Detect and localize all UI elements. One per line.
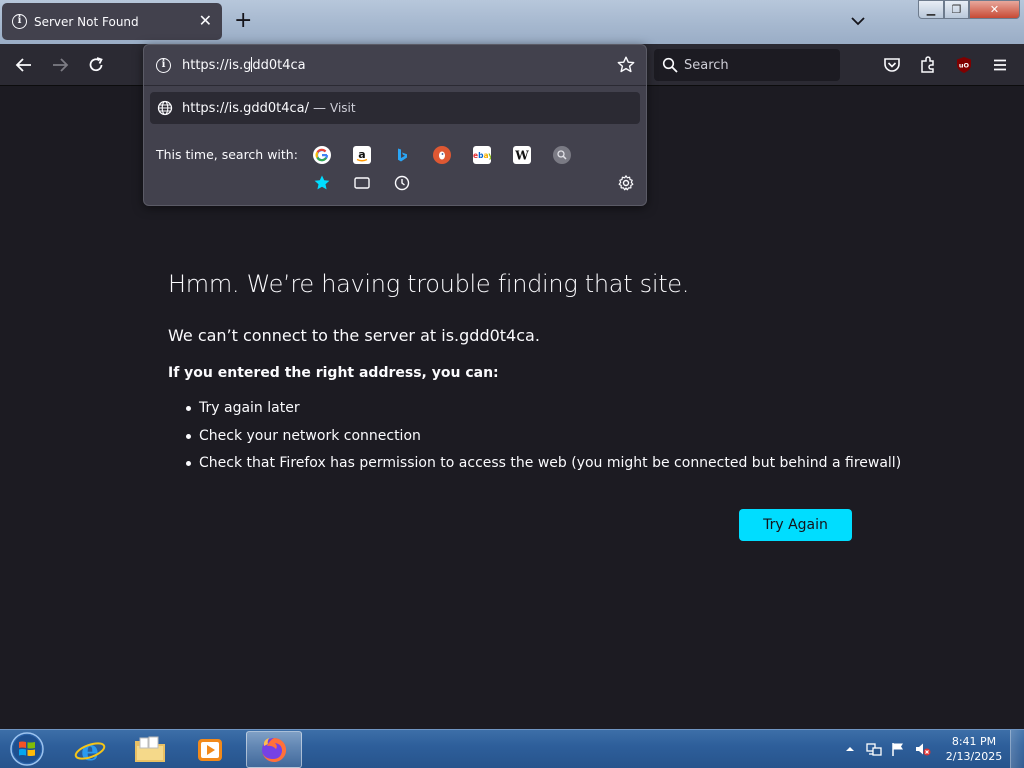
window-controls: ▁ ❐ ✕ — [918, 0, 1020, 19]
clock-date: 2/13/2025 — [945, 750, 1003, 763]
close-window-button[interactable]: ✕ — [969, 0, 1020, 19]
tab-title: Server Not Found — [34, 14, 139, 29]
suggestion-visit-row[interactable]: https://is.gdd0t4ca/ — Visit — [150, 92, 640, 124]
globe-icon — [157, 100, 173, 116]
minimize-button[interactable]: ▁ — [918, 0, 944, 19]
history-clock-icon[interactable] — [393, 174, 411, 192]
url-input[interactable]: i https://is.gdd0t4ca — [144, 45, 646, 85]
bing-icon[interactable] — [393, 146, 411, 164]
error-subtitle: We can’t connect to the server at is.gdd… — [168, 326, 540, 345]
divider — [144, 85, 646, 86]
tab-strip: i Server Not Found ✕ + ▁ ❐ ✕ — [0, 0, 1024, 44]
tab-server-not-found[interactable]: i Server Not Found ✕ — [2, 3, 222, 40]
site-info-icon[interactable]: i — [156, 57, 171, 73]
menu-icon[interactable] — [990, 55, 1010, 75]
close-tab-icon[interactable]: ✕ — [199, 12, 212, 30]
clock-time: 8:41 PM — [951, 735, 997, 748]
suggestion-url: https://is.gdd0t4ca/ — [182, 100, 310, 116]
chevron-down-icon[interactable] — [848, 11, 868, 31]
list-item: Check your network connection — [168, 426, 901, 454]
list-item: Check that Firefox has permission to acc… — [168, 453, 901, 481]
volume-muted-icon[interactable] — [914, 741, 932, 757]
ebay-icon[interactable]: ebay — [473, 146, 491, 164]
bookmarks-star-icon[interactable] — [313, 174, 331, 192]
back-icon[interactable] — [14, 55, 34, 75]
search-input[interactable]: Search — [654, 49, 840, 81]
new-tab-button[interactable]: + — [234, 10, 252, 32]
advice-heading: If you entered the right address, you ca… — [168, 365, 499, 381]
firefox-icon — [262, 737, 287, 762]
file-explorer-icon[interactable] — [122, 731, 178, 768]
media-player-icon[interactable] — [182, 731, 238, 768]
network-icon[interactable] — [866, 741, 882, 757]
search-icon — [662, 57, 678, 73]
internet-explorer-icon[interactable]: e — [62, 731, 118, 768]
search-placeholder: Search — [684, 57, 729, 73]
taskbar-clock[interactable]: 8:41 PM 2/13/2025 — [940, 734, 1008, 764]
svg-text:a: a — [358, 148, 365, 161]
extensions-icon[interactable] — [918, 55, 938, 75]
firefox-taskbar-button[interactable] — [246, 731, 302, 768]
svg-text:W: W — [514, 149, 529, 163]
svg-text:uO: uO — [959, 62, 970, 70]
maximize-button[interactable]: ❐ — [944, 0, 969, 19]
svg-text:ebay: ebay — [473, 151, 491, 160]
show-hidden-icons-icon[interactable] — [845, 745, 855, 753]
tabs-icon[interactable] — [353, 174, 371, 192]
urlbar-popup: i https://is.gdd0t4ca https://is.gdd0t4c… — [143, 44, 647, 206]
amazon-icon[interactable]: a — [353, 146, 371, 164]
taskbar: e 8:41 PM 2/13/2025 — [0, 729, 1024, 768]
show-desktop-button[interactable] — [1010, 730, 1024, 768]
pocket-icon[interactable] — [882, 55, 902, 75]
search-with-label: This time, search with: — [156, 147, 298, 162]
google-icon[interactable] — [313, 146, 331, 164]
wikipedia-icon[interactable]: W — [513, 146, 531, 164]
svg-text:e: e — [81, 734, 99, 766]
duckduckgo-icon[interactable] — [433, 146, 451, 164]
windows-start-icon[interactable] — [6, 730, 48, 768]
forward-icon[interactable] — [50, 55, 70, 75]
reload-icon[interactable] — [86, 55, 106, 75]
info-icon: i — [12, 14, 27, 29]
list-item: Try again later — [168, 398, 901, 426]
search-engine-icon[interactable] — [553, 146, 571, 164]
ublock-origin-icon[interactable]: uO — [954, 55, 974, 75]
error-title: Hmm. We’re having trouble finding that s… — [168, 270, 690, 298]
action-center-flag-icon[interactable] — [890, 741, 906, 757]
url-text: https://is.gdd0t4ca — [182, 57, 306, 73]
try-again-button[interactable]: Try Again — [739, 509, 852, 541]
suggestion-list: Try again later Check your network conne… — [168, 398, 901, 481]
suggestion-action: Visit — [330, 101, 356, 115]
gear-icon[interactable] — [617, 174, 635, 192]
bookmark-star-icon[interactable] — [616, 55, 636, 75]
suggestion-separator: — — [313, 100, 327, 116]
